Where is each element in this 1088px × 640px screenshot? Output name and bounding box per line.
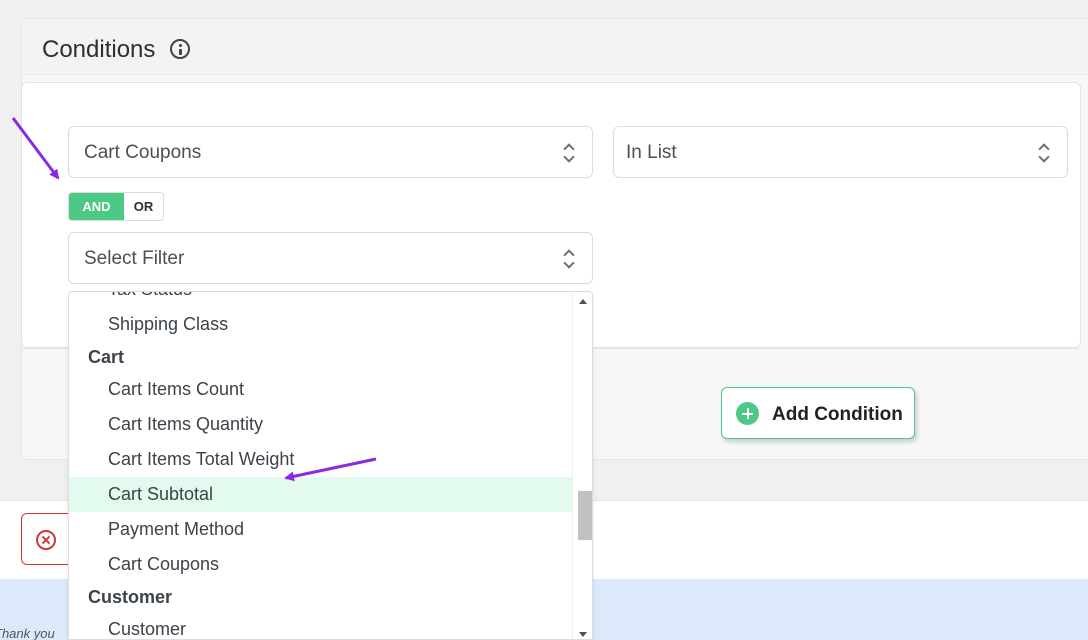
scrollbar-thumb[interactable] [578, 490, 592, 540]
dropdown-option[interactable]: Cart Coupons [69, 547, 573, 582]
x-circle-icon [36, 530, 56, 550]
or-button[interactable]: OR [124, 193, 163, 220]
dropdown-option[interactable]: Shipping Class [69, 307, 573, 342]
chevron-up-down-icon [1039, 143, 1049, 163]
panel-header: Conditions [22, 19, 1088, 75]
info-icon[interactable] [170, 39, 190, 59]
filter-select-placeholder: Select Filter [84, 248, 185, 269]
condition-operator-select[interactable]: In List [613, 126, 1068, 178]
dropdown-option[interactable]: Customer [69, 612, 573, 639]
dropdown-option[interactable]: Cart Items Total Weight [69, 442, 573, 477]
dropdown-option[interactable]: Tax Status [69, 292, 573, 307]
scroll-down-arrow-icon[interactable] [579, 632, 587, 637]
plus-circle-icon [736, 402, 759, 425]
and-button[interactable]: AND [69, 193, 124, 220]
add-condition-button[interactable]: Add Condition [721, 387, 915, 439]
footer-thanks-text: Thank you [0, 626, 55, 640]
dropdown-option[interactable]: Cart Items Count [69, 372, 573, 407]
dropdown-option[interactable]: Cart Subtotal [69, 477, 573, 512]
chevron-up-down-icon [564, 143, 574, 163]
add-condition-label: Add Condition [772, 404, 903, 425]
dropdown-scrollbar[interactable] [572, 292, 592, 639]
filter-dropdown: Tax StatusShipping Class Cart Cart Items C… [68, 291, 593, 640]
condition-field-value: Cart Coupons [84, 142, 202, 163]
panel-title: Conditions [42, 36, 156, 63]
chevron-up-down-icon [564, 249, 574, 269]
dropdown-group-label: Cart [88, 347, 125, 367]
filter-options-list: Tax StatusShipping Class Cart Cart Items C… [69, 292, 573, 639]
dropdown-option[interactable]: Payment Method [69, 512, 573, 547]
condition-operator-value: In List [626, 142, 677, 163]
filter-select[interactable]: Select Filter [68, 232, 593, 284]
dropdown-group-label: Customer [88, 587, 173, 607]
condition-field-select[interactable]: Cart Coupons [68, 126, 593, 178]
dropdown-option[interactable]: Cart Items Quantity [69, 407, 573, 442]
scroll-up-arrow-icon[interactable] [579, 299, 587, 304]
and-or-toggle: AND OR [68, 192, 164, 221]
